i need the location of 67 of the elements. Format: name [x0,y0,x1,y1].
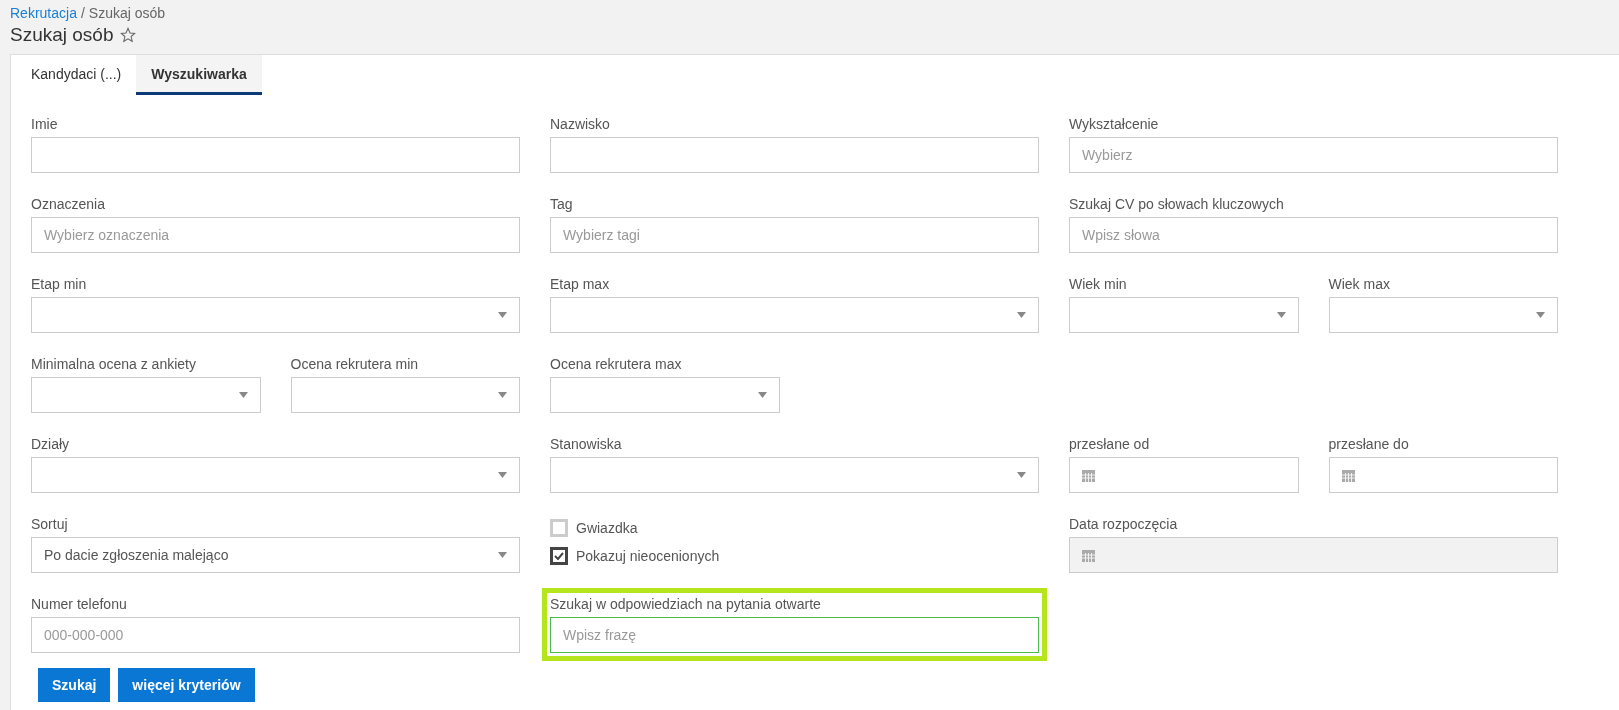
dropdown-field[interactable] [31,297,520,333]
breadcrumb-current: Szukaj osób [88,5,166,21]
dropdown-field[interactable] [1069,297,1299,333]
field-label: Stanowiska [550,436,623,452]
input-field[interactable]: Wpisz frazę [550,617,1039,653]
calendar-icon [1082,548,1095,562]
input-field[interactable]: Wybierz oznaczenia [31,217,520,253]
field-label: Szukaj w odpowiedziach na pytania otwarte [550,596,822,612]
field-label: Etap max [550,276,611,292]
field-label: Numer telefonu [31,596,128,612]
breadcrumb-separator: / [80,5,85,21]
page-title: Szukaj osób [10,24,114,46]
dropdown-field[interactable] [550,297,1039,333]
caret-icon [757,392,767,398]
field-label: Imie [31,116,59,132]
tab[interactable]: Wyszukiwarka [136,55,262,95]
caret-icon [498,392,507,398]
caret-icon [498,552,507,558]
field-label: przesłane do [1328,436,1410,452]
caret-icon [1276,312,1286,318]
checkbox-label: Pokazuj nieocenionych [576,547,720,564]
field-label: Etap min [31,276,88,292]
input-field[interactable] [550,137,1039,173]
field-label: Minimalna ocena z ankiety [31,356,197,372]
dropdown-field[interactable]: Po dacie zgłoszenia malejąco [31,537,520,573]
input-field[interactable]: 000-000-000 [31,617,520,653]
star-icon[interactable] [119,27,136,43]
calendar-icon [1082,468,1095,482]
caret-icon [1017,312,1026,318]
caret-icon [498,472,507,478]
dropdown-field[interactable] [550,377,780,413]
caret-icon [1536,312,1545,318]
field-label: Ocena rekrutera min [290,356,420,372]
dropdown-field[interactable] [290,377,520,413]
checkbox[interactable] [550,546,568,565]
field-label: Szukaj CV po słowach kluczowych [1069,196,1285,212]
field-label: Działy [31,436,71,452]
input-field[interactable] [31,137,520,173]
tab[interactable]: Kandydaci (...) [16,55,137,95]
action-button[interactable]: więcej kryteriów [118,668,255,702]
caret-icon [238,392,248,398]
checkbox-label: Gwiazdka [576,519,638,536]
field-label: Wiek max [1328,276,1391,292]
field-label: Tag [550,196,574,212]
field-label: Wykształcenie [1069,116,1160,132]
caret-icon [498,312,507,318]
dropdown-field[interactable] [31,457,520,493]
dropdown-field[interactable] [1328,297,1558,333]
field-label: przesłane od [1069,436,1151,452]
input-field[interactable]: Wybierz [1069,137,1558,173]
action-button[interactable]: Szukaj [38,668,111,702]
field-label: Oznaczenia [31,196,106,212]
date-field[interactable] [1328,457,1558,493]
date-field[interactable] [1069,457,1299,493]
field-label: Nazwisko [550,116,611,132]
field-label: Data rozpoczęcia [1069,516,1179,532]
field-label: Ocena rekrutera max [550,356,683,372]
dropdown-field[interactable] [31,377,261,413]
input-field[interactable]: Wybierz tagi [550,217,1039,253]
field-label: Sortuj [31,516,69,532]
dropdown-field[interactable] [550,457,1039,493]
input-field[interactable]: Wpisz słowa [1069,217,1558,253]
breadcrumb-link[interactable]: Rekrutacja [10,5,77,21]
field-label: Wiek min [1069,276,1128,292]
calendar-icon [1341,468,1355,482]
caret-icon [1017,472,1026,478]
check-icon [554,551,564,560]
